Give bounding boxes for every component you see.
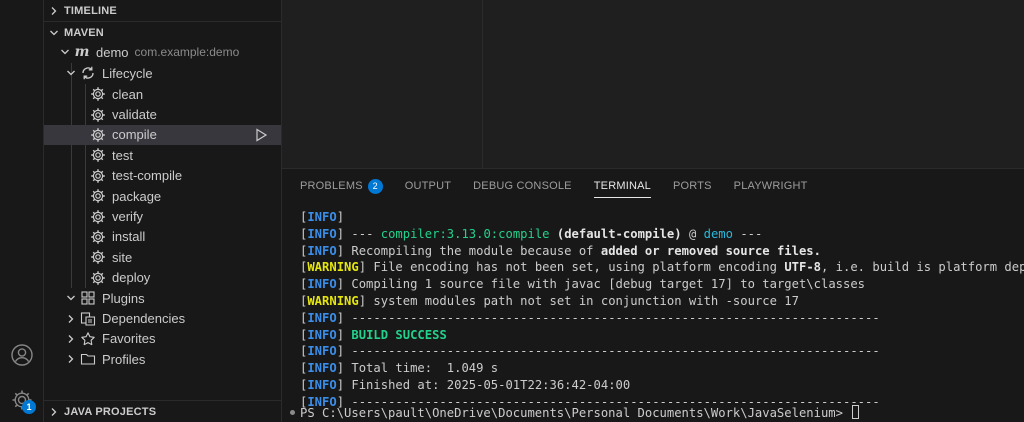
star-icon (78, 331, 98, 347)
manage-badge: 1 (22, 400, 36, 414)
phase-label: clean (112, 86, 144, 102)
maven-section-header[interactable]: MAVEN (44, 22, 281, 44)
phase-label: compile (112, 127, 157, 143)
project-coordinates: com.example:demo (134, 45, 240, 60)
problems-count-badge: 2 (367, 178, 383, 194)
tab-playwright[interactable]: PLAYWRIGHT (734, 169, 808, 203)
activity-bar: 1 (0, 0, 44, 422)
tree-item-dependencies[interactable]: Dependencies (44, 308, 281, 328)
chevron-right-icon (64, 334, 78, 344)
terminal-cursor (852, 405, 860, 419)
tree-item-project[interactable]: m demo com.example:demo (44, 42, 281, 62)
gear-icon (88, 168, 108, 184)
tree-item-phase-install[interactable]: install (44, 227, 281, 247)
terminal-line: [INFO] (300, 210, 345, 224)
tab-problems[interactable]: PROBLEMS 2 (300, 169, 383, 203)
terminal-line: [INFO] Finished at: 2025-05-01T22:36:42-… (300, 377, 631, 392)
node-label: Favorites (102, 331, 156, 347)
prompt-text: PS C:\Users\pault\OneDrive\Documents\Per… (300, 406, 851, 420)
lifecycle-label: Lifecycle (102, 65, 153, 81)
phase-label: verify (112, 209, 144, 225)
tab-ports[interactable]: PORTS (673, 169, 712, 203)
tree-item-phase-deploy[interactable]: deploy (44, 268, 281, 288)
terminal-line: [INFO] BUILD SUCCESS (300, 327, 447, 342)
terminal-line: [WARNING] system modules path not set in… (300, 293, 799, 308)
plugins-icon (78, 290, 98, 306)
node-label: Plugins (102, 290, 145, 306)
folder-icon (78, 351, 98, 367)
account-icon[interactable] (10, 343, 34, 367)
chevron-right-icon (44, 6, 64, 16)
tree-item-profiles[interactable]: Profiles (44, 349, 281, 369)
gear-icon (88, 249, 108, 265)
terminal-prompt[interactable]: PS C:\Users\pault\OneDrive\Documents\Per… (300, 405, 860, 420)
gear-icon (88, 229, 108, 245)
project-name: demo (96, 44, 129, 60)
chevron-right-icon (64, 314, 78, 324)
gear-icon (88, 86, 108, 102)
chevron-down-icon (64, 293, 78, 303)
phase-label: test-compile (112, 168, 183, 184)
terminal-line: [INFO] ---------------------------------… (300, 344, 880, 359)
node-label: Dependencies (102, 311, 186, 327)
tab-debug-console[interactable]: DEBUG CONSOLE (473, 169, 572, 203)
chevron-right-icon (64, 354, 78, 364)
tree-item-phase-verify[interactable]: verify (44, 206, 281, 226)
section-title: TIMELINE (64, 4, 117, 17)
tab-label: PROBLEMS (300, 180, 363, 192)
gear-icon (88, 147, 108, 163)
tree-item-plugins[interactable]: Plugins (44, 288, 281, 308)
gear-icon (88, 270, 108, 286)
terminal-line: [INFO] Compiling 1 source file with java… (300, 277, 866, 292)
phase-label: site (112, 249, 133, 265)
tree-item-phase-site[interactable]: site (44, 247, 281, 267)
chevron-down-icon (58, 47, 72, 57)
sync-icon (78, 65, 98, 81)
phase-label: package (112, 188, 162, 204)
phase-label: test (112, 147, 133, 163)
section-title: JAVA PROJECTS (64, 405, 157, 418)
gear-icon (88, 107, 108, 123)
timeline-section-header[interactable]: TIMELINE (44, 0, 281, 22)
terminal-line: [INFO] Recompiling the module because of… (300, 243, 821, 258)
tree-item-phase-package[interactable]: package (44, 186, 281, 206)
terminal-line: [INFO] Total time: 1.049 s (300, 361, 499, 376)
chevron-right-icon (44, 407, 64, 417)
section-title: MAVEN (64, 27, 104, 39)
maven-project-icon: m (74, 44, 90, 61)
command-decoration-icon[interactable] (290, 410, 295, 415)
gear-icon (88, 127, 108, 143)
terminal-line: [INFO] --- compiler:3.13.0:compile (defa… (300, 226, 763, 241)
phase-label: deploy (112, 270, 151, 286)
java-projects-section-header[interactable]: JAVA PROJECTS (44, 400, 281, 422)
panel-tabs: PROBLEMS 2 OUTPUT DEBUG CONSOLE TERMINAL … (282, 169, 830, 203)
tree-item-phase-compile[interactable]: compile (44, 124, 281, 146)
terminal-line: [INFO] ---------------------------------… (300, 310, 880, 325)
tree-item-phase-clean[interactable]: clean (44, 84, 281, 104)
tab-terminal[interactable]: TERMINAL (593, 169, 652, 203)
tree-item-phase-test[interactable]: test (44, 145, 281, 165)
chevron-down-icon (44, 28, 64, 38)
node-label: Profiles (102, 351, 146, 367)
terminal-line: [WARNING] File encoding has not been set… (300, 260, 1024, 275)
gear-icon (88, 188, 108, 204)
phase-label: validate (112, 107, 157, 123)
tab-output[interactable]: OUTPUT (405, 169, 451, 203)
tree-item-phase-validate[interactable]: validate (44, 104, 281, 124)
editor-split-divider[interactable] (482, 0, 483, 168)
run-icon[interactable] (254, 128, 268, 145)
terminal-output[interactable]: [INFO] [INFO] --- compiler:3.13.0:compil… (300, 209, 1024, 411)
chevron-down-icon (64, 68, 78, 78)
phase-label: install (112, 229, 146, 245)
dependencies-icon (78, 311, 98, 327)
tree-item-phase-test-compile[interactable]: test-compile (44, 166, 281, 186)
side-bar: TIMELINE MAVEN m demo com.example:demo L… (44, 0, 282, 422)
tree-item-favorites[interactable]: Favorites (44, 329, 281, 349)
tree-item-lifecycle[interactable]: Lifecycle (44, 63, 281, 83)
gear-icon (88, 209, 108, 225)
editor-area (282, 0, 1024, 168)
